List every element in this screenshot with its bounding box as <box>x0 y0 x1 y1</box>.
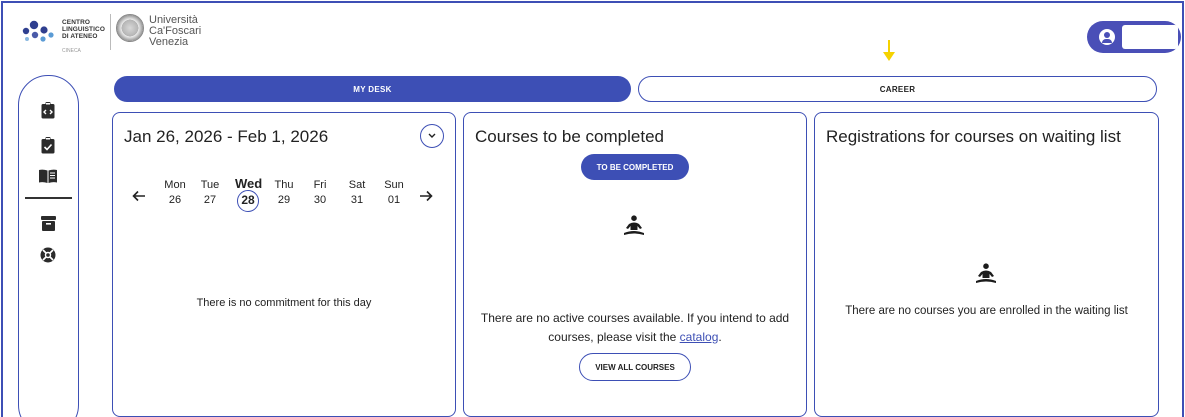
day-date: 30 <box>313 194 327 206</box>
no-courses-text: There are no active courses available. I… <box>480 311 790 344</box>
day-date: 31 <box>350 194 364 206</box>
cla-logo-line: DI ATENEO <box>62 33 98 40</box>
day-date: 26 <box>168 194 182 206</box>
cla-logo-line: LINGUISTICO <box>62 26 105 33</box>
day-date: 27 <box>203 194 217 206</box>
meditation-icon <box>624 215 644 235</box>
calendar-day[interactable]: Mon 26 <box>162 179 188 207</box>
logo-divider <box>110 14 111 50</box>
view-all-courses-button[interactable]: VIEW ALL COURSES <box>579 353 691 381</box>
to-be-completed-button[interactable]: TO BE COMPLETED <box>581 154 689 180</box>
university-logo[interactable]: Università Ca'Foscari Venezia <box>116 14 216 54</box>
week-range-title: Jan 26, 2026 - Feb 1, 2026 <box>124 127 329 146</box>
day-date: 29 <box>277 194 291 206</box>
no-waiting-courses-message: There are no courses you are enrolled in… <box>845 305 1128 317</box>
cla-logo-sub: CINECA <box>62 48 81 54</box>
chevron-down-icon <box>428 133 436 138</box>
code-clipboard-icon[interactable] <box>39 101 57 119</box>
sidebar-divider <box>25 197 72 199</box>
no-courses-text-end: . <box>718 330 722 344</box>
courses-title: Courses to be completed <box>475 127 664 146</box>
cla-logo-dots-icon <box>22 20 54 42</box>
day-name: Tue <box>200 179 220 191</box>
book-open-icon[interactable] <box>39 167 57 185</box>
day-name: Sat <box>348 179 366 191</box>
waiting-list-title: Registrations for courses on waiting lis… <box>826 127 1121 146</box>
highlight-arrow-icon <box>883 40 895 61</box>
calendar-card: Jan 26, 2026 - Feb 1, 2026 Mon 26 Tue 27… <box>112 112 456 417</box>
calendar-day[interactable]: Sun 01 <box>381 179 407 207</box>
day-name: Sun <box>384 179 404 191</box>
cla-logo-line: CENTRO <box>62 19 91 26</box>
catalog-link[interactable]: catalog <box>680 330 719 344</box>
no-commitment-message: There is no commitment for this day <box>196 297 372 309</box>
user-name-field[interactable] <box>1122 25 1178 49</box>
calendar-day[interactable]: Fri 30 <box>307 179 333 207</box>
calendar-day[interactable]: Sat 31 <box>344 179 370 207</box>
arrow-right-icon[interactable] <box>419 189 433 207</box>
day-date: 01 <box>387 194 401 206</box>
clipboard-check-icon[interactable] <box>39 136 57 154</box>
calendar-day[interactable]: Thu 29 <box>271 179 297 207</box>
archive-box-icon[interactable] <box>39 214 57 232</box>
university-logo-line: Venezia <box>149 36 189 48</box>
meditation-icon <box>976 263 996 283</box>
day-name: Thu <box>274 179 294 191</box>
expand-calendar-button[interactable] <box>420 124 444 148</box>
tab-my-desk[interactable]: MY DESK <box>114 76 631 102</box>
day-name: Fri <box>313 179 327 191</box>
cla-logo[interactable]: CENTRO LINGUISTICO DI ATENEO CINECA <box>20 12 108 54</box>
waiting-list-card: Registrations for courses on waiting lis… <box>814 112 1159 417</box>
day-name: Mon <box>164 179 186 191</box>
calendar-day[interactable]: Tue 27 <box>197 179 223 207</box>
day-date: 28 <box>237 190 259 212</box>
lifebuoy-icon[interactable] <box>39 246 57 264</box>
university-seal-icon <box>116 14 144 42</box>
courses-card: Courses to be completed TO BE COMPLETED … <box>463 112 807 417</box>
day-name: Wed <box>235 176 263 191</box>
user-circle-icon <box>1099 29 1115 45</box>
calendar-day-selected[interactable]: Wed 28 <box>235 176 263 212</box>
tab-career[interactable]: CAREER <box>638 76 1157 102</box>
no-courses-message: There are no active courses available. I… <box>478 309 792 347</box>
arrow-left-icon[interactable] <box>132 189 146 207</box>
sidebar <box>18 75 79 417</box>
